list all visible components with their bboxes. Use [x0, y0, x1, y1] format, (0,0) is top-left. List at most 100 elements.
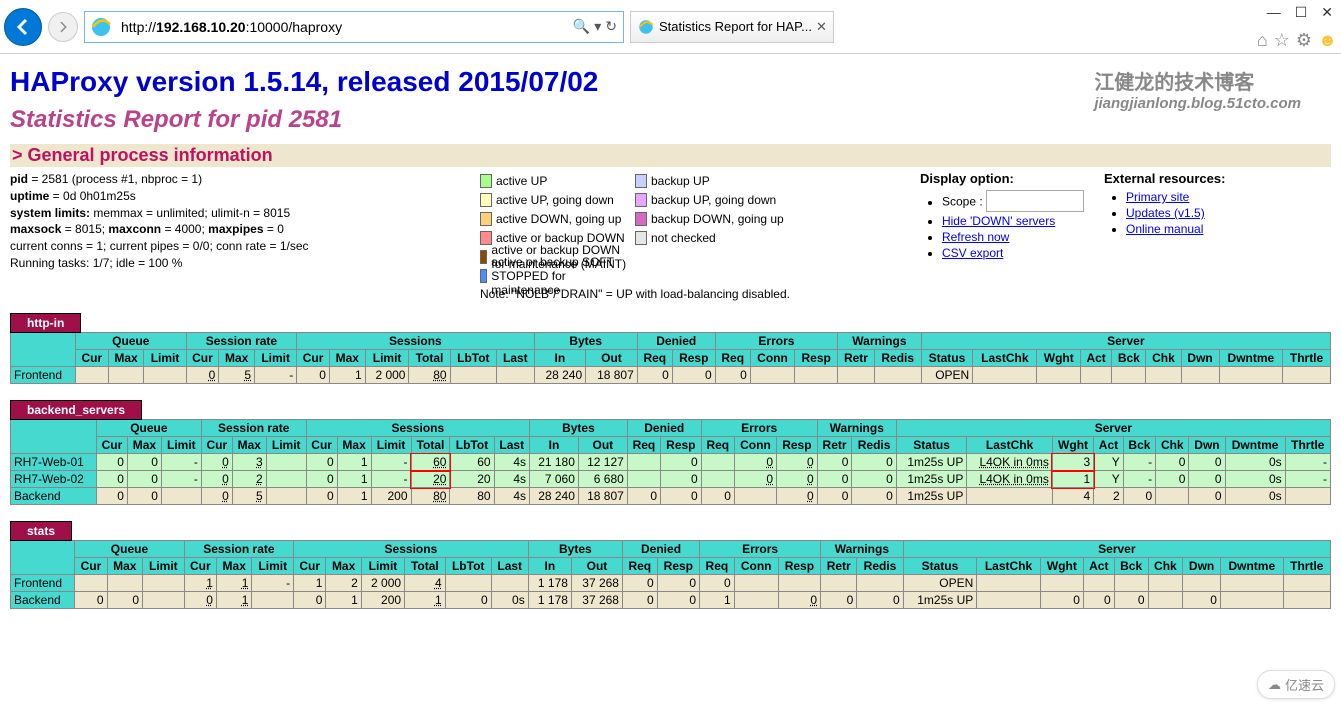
cell: 3: [232, 454, 266, 471]
cell: 0: [306, 454, 337, 471]
col-header: Limit: [252, 558, 294, 575]
col-header: Req: [627, 437, 660, 454]
favorites-icon[interactable]: ☆: [1274, 30, 1290, 51]
cell: 21 180: [530, 454, 579, 471]
cell: 7 060: [530, 471, 579, 488]
cell: 37 268: [571, 592, 622, 609]
col-group: Bytes: [534, 333, 637, 350]
tab-close-icon[interactable]: ✕: [816, 19, 827, 35]
cell: 0: [1083, 592, 1114, 609]
col-header: Cur: [294, 558, 326, 575]
back-button[interactable]: [4, 8, 42, 46]
dropdown-icon[interactable]: ▾: [594, 18, 601, 35]
close-icon[interactable]: ✕: [1321, 4, 1333, 21]
table-row: RH7-Web-0200-0201-20204s7 0606 680000001…: [11, 471, 1331, 488]
process-info: pid = 2581 (process #1, nbproc = 1) upti…: [10, 171, 460, 272]
col-group: Queue: [75, 333, 186, 350]
cell: Y: [1094, 454, 1123, 471]
proxy-http-in[interactable]: http-in: [10, 313, 81, 333]
forward-button[interactable]: [48, 12, 78, 42]
cell: [1148, 575, 1183, 592]
cell: 0: [661, 471, 702, 488]
col-header: Redis: [857, 558, 903, 575]
scope-input[interactable]: [986, 190, 1084, 212]
address-bar[interactable]: http://192.168.10.20:10000/haproxy 🔍 ▾ ↻: [84, 11, 624, 43]
cell: 0: [96, 471, 127, 488]
proxy-stats[interactable]: stats: [10, 521, 72, 541]
col-header: Max: [232, 437, 266, 454]
col-header: Status: [921, 350, 973, 367]
cell: 0: [734, 454, 776, 471]
col-header: Redis: [874, 350, 921, 367]
cell: 0: [701, 488, 734, 505]
cell: -: [161, 471, 201, 488]
search-icon[interactable]: 🔍: [573, 18, 590, 35]
hide-down-link[interactable]: Hide 'DOWN' servers: [942, 214, 1055, 228]
refresh-icon[interactable]: ↻: [605, 18, 617, 35]
col-header: Req: [637, 350, 672, 367]
cell: 0: [1189, 471, 1225, 488]
cell: 18 807: [578, 488, 627, 505]
col-header: LastChk: [967, 437, 1052, 454]
refresh-link[interactable]: Refresh now: [942, 230, 1009, 244]
cell: 3: [1052, 454, 1093, 471]
browser-tools: ⌂ ☆ ⚙ ☻: [1257, 30, 1337, 51]
cell: [1156, 488, 1189, 505]
cell: 0: [817, 454, 852, 471]
cell: [750, 367, 794, 384]
cell: 0: [306, 488, 337, 505]
primary-site-link[interactable]: Primary site: [1126, 190, 1189, 204]
col-header: Act: [1083, 558, 1114, 575]
external-resources: External resources: Primary site Updates…: [1104, 171, 1225, 238]
cell: 0: [852, 471, 896, 488]
col-header: Limit: [143, 558, 185, 575]
col-group: Errors: [701, 420, 817, 437]
cell: L4OK in 0ms: [967, 454, 1052, 471]
cell: [143, 592, 185, 609]
cell: 1: [216, 575, 251, 592]
col-group: Session rate: [201, 420, 306, 437]
col-group: Denied: [627, 420, 701, 437]
cell: [252, 592, 294, 609]
col-header: Req: [701, 437, 734, 454]
cell: [266, 471, 306, 488]
cell: 0: [294, 592, 326, 609]
manual-link[interactable]: Online manual: [1126, 222, 1203, 236]
updates-link[interactable]: Updates (v1.5): [1126, 206, 1205, 220]
table-row: Backend00050120080804s28 24018 807000000…: [11, 488, 1331, 505]
settings-icon[interactable]: ⚙: [1296, 30, 1312, 51]
cell: [161, 488, 201, 505]
cell: 4s: [494, 471, 529, 488]
col-header: Resp: [657, 558, 699, 575]
browser-tab[interactable]: Statistics Report for HAP... ✕: [630, 11, 834, 43]
col-header: Status: [896, 437, 967, 454]
cell: [491, 575, 528, 592]
col-group: Bytes: [528, 541, 622, 558]
col-header: Max: [216, 558, 251, 575]
cell: [266, 454, 306, 471]
col-group: Server: [896, 420, 1330, 437]
col-group: Queue: [96, 420, 201, 437]
home-icon[interactable]: ⌂: [1257, 30, 1268, 51]
col-header: Cur: [75, 558, 107, 575]
csv-link[interactable]: CSV export: [942, 246, 1003, 260]
cell: 0: [637, 367, 672, 384]
col-header: Wght: [1037, 350, 1081, 367]
minimize-icon[interactable]: —: [1267, 4, 1281, 21]
cell: [1114, 575, 1148, 592]
col-header: Chk: [1148, 558, 1183, 575]
col-group: Denied: [637, 333, 715, 350]
cell: 0: [1189, 454, 1225, 471]
col-header: LastChk: [973, 350, 1037, 367]
col-group: Warnings: [817, 420, 896, 437]
maximize-icon[interactable]: ☐: [1295, 4, 1308, 21]
proxy-backend-servers[interactable]: backend_servers: [10, 400, 142, 420]
smile-icon[interactable]: ☻: [1318, 30, 1337, 51]
cell: 0: [857, 592, 903, 609]
cell: 0: [1189, 488, 1225, 505]
cell: 1: [184, 575, 216, 592]
col-header: Resp: [777, 437, 818, 454]
cell: -: [1123, 454, 1155, 471]
col-header: Resp: [795, 350, 838, 367]
cell: [1081, 367, 1112, 384]
